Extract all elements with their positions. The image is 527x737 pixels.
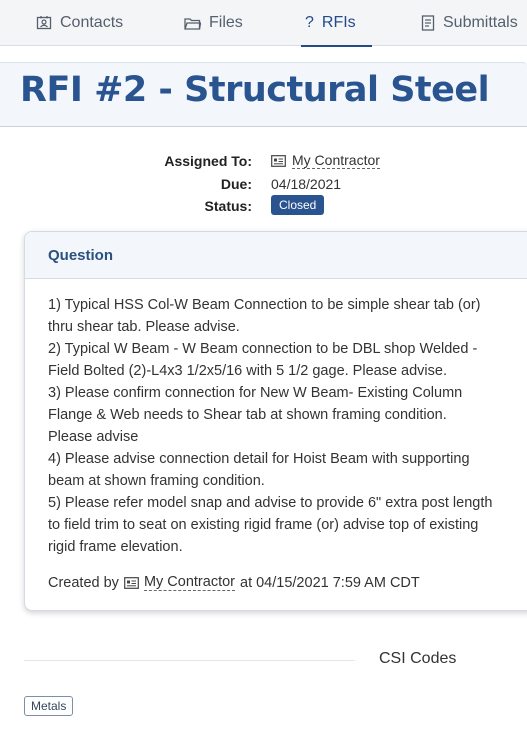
question-line: Flange & Web needs to Shear tab at shown… <box>48 407 447 423</box>
question-line: thru shear tab. Please advise. <box>48 319 240 335</box>
question-card: Question 1) Typical HSS Col-W Beam Conne… <box>24 231 527 611</box>
created-suffix: at 04/15/2021 7:59 AM CDT <box>240 575 420 591</box>
csi-tag-metals[interactable]: Metals <box>24 696 74 716</box>
created-by-line: Created by My Contractor at 04/15/2021 7… <box>48 572 525 594</box>
tab-files[interactable]: Files <box>184 0 243 46</box>
folder-icon <box>184 16 201 31</box>
question-line: to field trim to seat on existing rigid … <box>48 517 479 533</box>
status-label: Status: <box>204 198 252 214</box>
assigned-label: Assigned To: <box>164 153 252 169</box>
question-line: 2) Typical W Beam - W Beam connection to… <box>48 341 478 357</box>
question-line: beam at shown framing condition. <box>48 473 265 489</box>
assigned-contact-link[interactable]: My Contractor <box>292 153 380 169</box>
question-header: Question <box>25 232 527 279</box>
question-line: 5) Please refer model snap and advise to… <box>48 495 493 511</box>
tab-files-label: Files <box>209 14 243 31</box>
due-row: Due: 04/18/2021 <box>0 173 527 195</box>
assigned-row: Assigned To: My Contractor <box>0 150 527 172</box>
created-prefix: Created by <box>48 575 119 591</box>
tab-contacts[interactable]: Contacts <box>36 0 123 46</box>
tab-rfis-label: RFIs <box>321 14 356 31</box>
document-icon <box>421 15 435 31</box>
title-banner: RFI #2 - Structural Steel <box>0 62 527 127</box>
tab-contacts-label: Contacts <box>60 14 124 31</box>
contact-card-icon <box>124 577 139 589</box>
question-text: 1) Typical HSS Col-W Beam Connection to … <box>48 294 525 558</box>
tab-submittals[interactable]: Submittals <box>421 0 518 46</box>
question-line: Field Bolted (2)-L4x3 1/2x5/16 with 5 1/… <box>48 363 447 379</box>
csi-divider <box>24 660 355 661</box>
contact-card-icon <box>271 155 286 167</box>
question-icon: ? <box>305 14 314 31</box>
question-line: rigid frame elevation. <box>48 539 183 555</box>
question-body: 1) Typical HSS Col-W Beam Connection to … <box>25 279 525 594</box>
question-line: 3) Please confirm connection for New W B… <box>48 385 463 401</box>
tab-submittals-label: Submittals <box>443 14 518 31</box>
due-label: Due: <box>220 176 252 192</box>
assigned-value[interactable]: My Contractor <box>271 153 380 169</box>
question-line: Please advise <box>48 429 139 445</box>
csi-title: CSI Codes <box>379 650 457 667</box>
tab-rfis[interactable]: ? RFIs <box>301 0 372 47</box>
question-line: 1) Typical HSS Col-W Beam Connection to … <box>48 297 481 313</box>
status-row: Status: Closed <box>0 195 527 217</box>
question-line: 4) Please advise connection detail for H… <box>48 451 470 467</box>
status-badge: Closed <box>271 195 325 215</box>
created-by-contact-link[interactable]: My Contractor <box>143 575 235 591</box>
page-title: RFI #2 - Structural Steel <box>20 70 490 110</box>
contact-card-icon <box>36 15 52 31</box>
due-value: 04/18/2021 <box>271 176 342 192</box>
tab-bar: Contacts Files ? RFIs Submittals <box>0 0 527 47</box>
